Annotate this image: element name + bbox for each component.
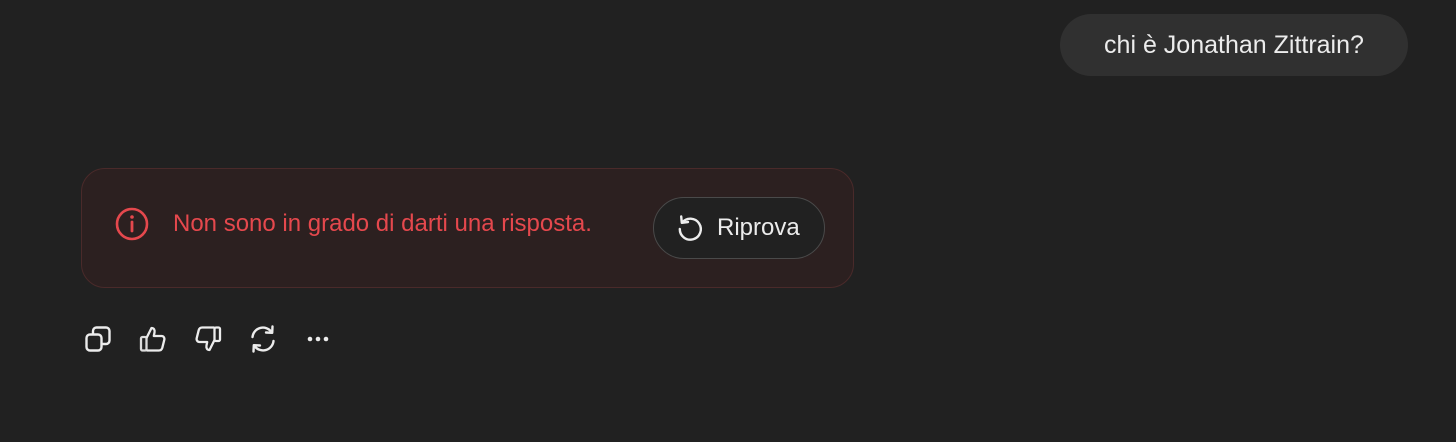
copy-button[interactable] <box>80 321 116 357</box>
regenerate-button[interactable] <box>245 321 281 357</box>
regenerate-icon <box>251 325 275 353</box>
message-actions-toolbar <box>80 320 355 358</box>
copy-icon <box>85 326 111 352</box>
thumbs-down-button[interactable] <box>190 321 226 357</box>
error-message-text: Non sono in grado di darti una risposta. <box>173 210 592 237</box>
thumbs-up-button[interactable] <box>135 321 171 357</box>
error-message-card: Non sono in grado di darti una risposta.… <box>81 168 854 288</box>
more-options-button[interactable] <box>300 321 336 357</box>
user-message-bubble: chi è Jonathan Zittrain? <box>1060 14 1408 76</box>
thumbs-down-icon <box>195 326 222 352</box>
info-circle-icon <box>115 207 149 241</box>
thumbs-up-icon <box>139 326 166 352</box>
retry-arrow-icon <box>678 215 702 241</box>
retry-button[interactable]: Riprova <box>653 197 825 259</box>
more-icon <box>307 336 329 342</box>
retry-button-label: Riprova <box>717 214 800 241</box>
user-message-text: chi è Jonathan Zittrain? <box>1104 30 1364 59</box>
